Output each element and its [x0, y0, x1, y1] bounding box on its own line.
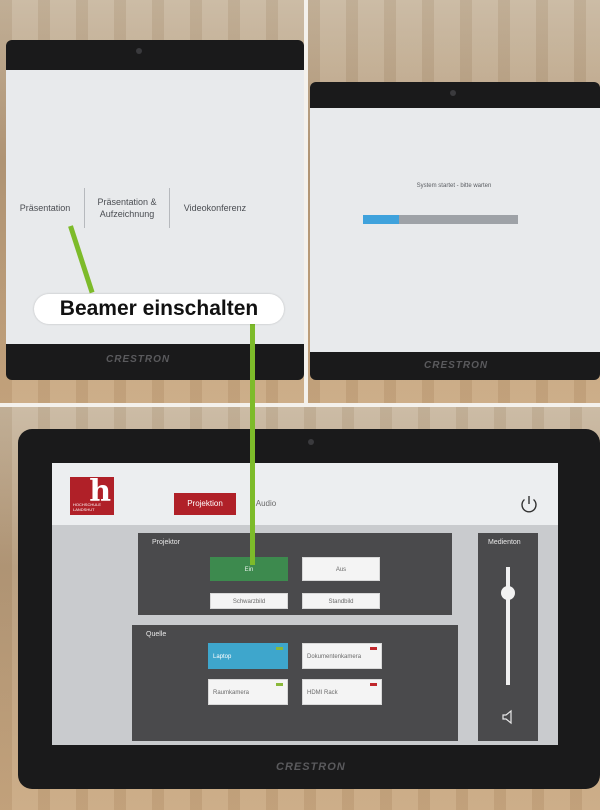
source-label: Laptop	[213, 654, 232, 660]
pointer-line-lower	[250, 322, 255, 565]
progress-bar	[363, 215, 518, 224]
logo: h HOCHSCHULE LANDSHUT	[70, 477, 114, 515]
touch-panel-bezel: h HOCHSCHULE LANDSHUT Projektion Audio P…	[18, 429, 600, 789]
status-led	[276, 683, 283, 686]
source-hdmi-rack-button[interactable]: HDMI Rack	[302, 679, 382, 705]
speaker-icon[interactable]	[500, 709, 516, 725]
photo-startup-menu: Präsentation Präsentation & Aufzeichnung…	[0, 0, 304, 403]
touch-panel-bezel: CRESTRON	[310, 82, 600, 380]
projector-title: Projektor	[152, 539, 181, 546]
status-led	[370, 647, 377, 650]
progress-fill	[363, 215, 399, 224]
source-room-camera-button[interactable]: Raumkamera	[208, 679, 288, 705]
source-title: Quelle	[146, 631, 167, 638]
photo-system-starting: CRESTRON	[308, 0, 600, 403]
logo-text: HOCHSCHULE LANDSHUT	[73, 502, 102, 512]
touch-panel-screen	[310, 108, 600, 352]
projector-panel: Projektor Ein Aus Schwarzbild Standbild	[138, 533, 452, 615]
volume-slider-knob[interactable]	[501, 585, 515, 600]
menu-item-praesentation-aufzeichnung[interactable]: Präsentation & Aufzeichnung	[85, 196, 169, 220]
source-label: HDMI Rack	[307, 690, 338, 696]
photo-control-panel: h HOCHSCHULE LANDSHUT Projektion Audio P…	[0, 407, 600, 810]
blank-screen-button[interactable]: Schwarzbild	[210, 593, 288, 609]
brand-label: CRESTRON	[106, 354, 171, 365]
menu-item-videokonferenz[interactable]: Videokonferenz	[170, 202, 260, 214]
menu-item-praesentation[interactable]: Präsentation	[6, 202, 84, 214]
camera-dot	[308, 439, 314, 445]
brand-label: CRESTRON	[276, 761, 346, 773]
source-panel: Quelle Laptop Dokumentenkamera Raumkamer…	[132, 625, 458, 741]
source-label: Raumkamera	[213, 690, 250, 696]
source-document-camera-button[interactable]: Dokumentenkamera	[302, 643, 382, 669]
tab-projektion[interactable]: Projektion	[174, 493, 236, 515]
power-icon[interactable]	[518, 493, 540, 515]
projector-on-button[interactable]: Ein	[210, 557, 288, 581]
source-laptop-button[interactable]: Laptop	[208, 643, 288, 669]
main-area: Projektor Ein Aus Schwarzbild Standbild …	[52, 525, 558, 745]
volume-panel: Medienton	[478, 533, 538, 741]
source-label: Dokumentenkamera	[307, 654, 362, 660]
freeze-button[interactable]: Standbild	[302, 593, 380, 609]
touch-panel-screen: h HOCHSCHULE LANDSHUT Projektion Audio P…	[52, 463, 558, 745]
volume-title: Medienton	[488, 539, 521, 546]
header-bar: h HOCHSCHULE LANDSHUT Projektion Audio	[52, 463, 558, 525]
brand-label: CRESTRON	[424, 360, 489, 371]
volume-slider-track[interactable]	[506, 567, 510, 685]
callout-label: Beamer einschalten	[34, 294, 284, 324]
camera-dot	[450, 90, 456, 96]
projector-off-button[interactable]: Aus	[302, 557, 380, 581]
status-led	[276, 647, 283, 650]
camera-dot	[136, 48, 142, 54]
touch-panel-bezel: Präsentation Präsentation & Aufzeichnung…	[6, 40, 304, 380]
status-led	[370, 683, 377, 686]
status-text: System startet - bitte warten	[416, 183, 492, 189]
